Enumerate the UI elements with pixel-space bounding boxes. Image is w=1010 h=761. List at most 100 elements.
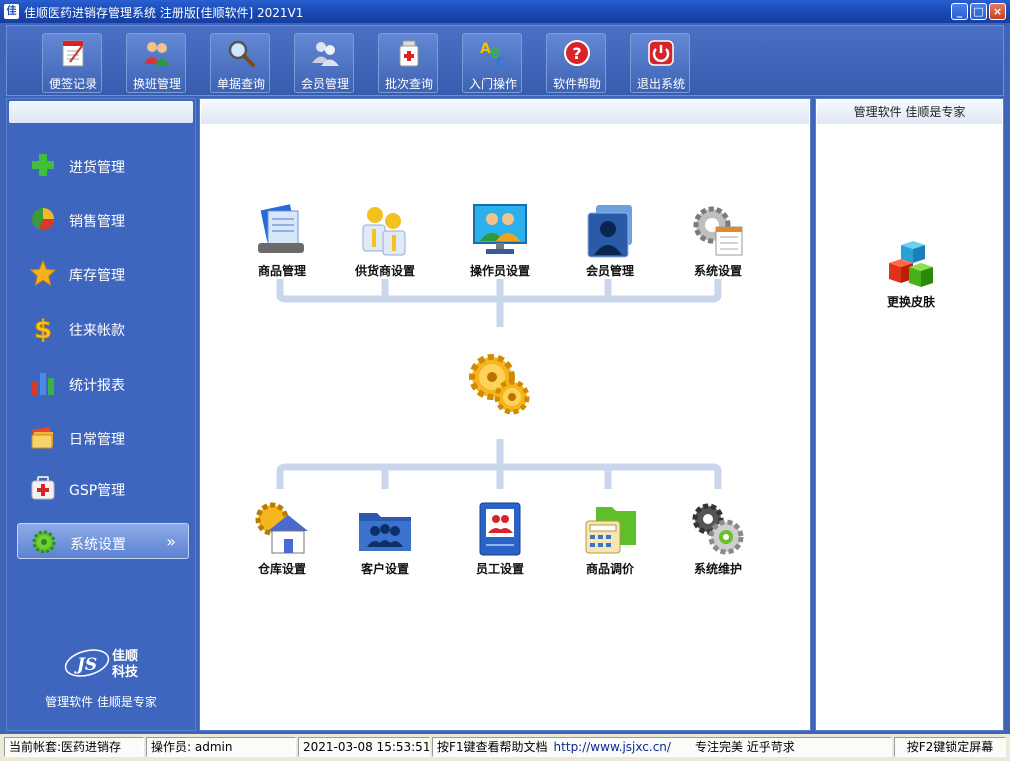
- software-help-button[interactable]: ? 软件帮助: [546, 33, 606, 93]
- sidebar-item-label: 系统设置: [70, 537, 126, 553]
- window-title: 佳顺医药进销存管理系统 注册版[佳顺软件] 2021V1: [24, 6, 304, 20]
- skin-cubes-icon: [889, 241, 933, 287]
- sidebar-item-accounts[interactable]: $ 往来帐款: [17, 310, 189, 346]
- sidebar-item-gsp[interactable]: GSP管理: [17, 470, 189, 506]
- sidebar-item-reports[interactable]: 统计报表: [17, 365, 189, 401]
- magnifier-icon: [228, 40, 255, 67]
- close-button[interactable]: ×: [989, 3, 1006, 20]
- member-cards-icon: [587, 205, 632, 258]
- suppliers-icon: [362, 207, 406, 256]
- change-skin-label: 更换皮肤: [886, 295, 935, 309]
- system-settings-button[interactable]: 系统设置: [673, 203, 763, 279]
- company-logo: JS: [64, 649, 110, 677]
- right-panel: 管理软件 佳顺是专家 更换皮肤: [815, 98, 1004, 731]
- document-query-button[interactable]: 单据查询: [210, 33, 270, 93]
- member-management-button[interactable]: 会员管理: [565, 203, 655, 279]
- supplier-settings-label: 供货商设置: [354, 264, 415, 278]
- notepad-icon: [62, 40, 84, 67]
- svg-text:C: C: [496, 55, 506, 68]
- system-settings-label: 系统设置: [693, 264, 742, 278]
- sidebar-item-label: 日常管理: [69, 432, 125, 448]
- sidebar-item-daily[interactable]: 日常管理: [17, 419, 189, 455]
- getting-started-button[interactable]: A B C 入门操作: [462, 33, 522, 93]
- app-icon[interactable]: 佳: [4, 4, 19, 19]
- plus-icon: [32, 154, 54, 176]
- sidebar-item-inventory[interactable]: 库存管理: [17, 255, 189, 291]
- sidebar-item-label: 统计报表: [69, 378, 125, 394]
- notepad-label: 便签记录: [48, 77, 97, 91]
- customers-folder-icon: [359, 513, 411, 551]
- batch-query-button[interactable]: 批次查询: [378, 33, 438, 93]
- main-toolbar: 便签记录 换班管理 单据查询 会员管理 批次查询 A B C 入门操作 ? 软件…: [6, 25, 1004, 96]
- member-management-button[interactable]: 会员管理: [294, 33, 354, 93]
- operator-settings-label: 操作员设置: [469, 264, 530, 278]
- batch-query-label: 批次查询: [384, 77, 433, 91]
- medicine-bottle-icon: [399, 40, 419, 67]
- calculator-icon: [585, 507, 636, 554]
- exit-system-button[interactable]: 退出系统: [630, 33, 690, 93]
- brand-name: 佳顺 科技: [112, 649, 139, 680]
- power-icon: [648, 40, 674, 66]
- help-hint: 按F1键查看帮助文档: [437, 740, 548, 754]
- document-query-label: 单据查询: [216, 77, 265, 91]
- sidebar-item-label: 进货管理: [69, 160, 125, 176]
- bar-chart-icon: [32, 373, 54, 395]
- shift-management-label: 换班管理: [132, 77, 181, 91]
- customer-settings-button[interactable]: 客户设置: [340, 501, 430, 577]
- price-adjustment-label: 商品调价: [585, 562, 634, 576]
- warehouse-settings-label: 仓库设置: [257, 562, 306, 576]
- abc-blocks-icon: A B C: [480, 41, 506, 68]
- customer-settings-label: 客户设置: [360, 562, 409, 576]
- warehouse-icon: [255, 502, 308, 554]
- sidebar-item-system-settings[interactable]: 系统设置 »: [17, 523, 189, 559]
- status-bar: 当前帐套:医药进销存 操作员: admin 2021-03-08 15:53:5…: [0, 734, 1010, 761]
- member-management-label: 会员管理: [300, 77, 349, 91]
- notepad-button[interactable]: 便签记录: [42, 33, 102, 93]
- brand-slogan: 管理软件 佳顺是专家: [45, 695, 157, 709]
- star-icon: [29, 259, 57, 287]
- shift-management-button[interactable]: 换班管理: [126, 33, 186, 93]
- product-docs-icon: [258, 204, 304, 253]
- system-maintenance-button[interactable]: 系统维护: [673, 501, 763, 577]
- change-skin-button[interactable]: 更换皮肤: [876, 239, 946, 310]
- svg-text:$: $: [34, 315, 52, 342]
- users-shift-icon: [144, 42, 170, 66]
- software-help-label: 软件帮助: [552, 77, 601, 91]
- sidebar-item-label: GSP管理: [69, 483, 126, 499]
- chevron-right-icon: »: [166, 532, 176, 551]
- status-operator: 操作员: admin: [146, 737, 296, 757]
- svg-text:?: ?: [572, 44, 581, 63]
- getting-started-label: 入门操作: [468, 77, 517, 91]
- staff-settings-label: 员工设置: [475, 562, 524, 576]
- maximize-button[interactable]: □: [970, 3, 987, 20]
- staff-settings-button[interactable]: 员工设置: [455, 501, 545, 577]
- status-account: 当前帐套:医药进销存: [4, 737, 144, 757]
- sidebar-item-label: 库存管理: [69, 268, 125, 284]
- dollar-icon: $: [34, 315, 53, 342]
- folders-icon: [31, 426, 53, 449]
- first-aid-icon: [31, 476, 55, 500]
- operator-settings-button[interactable]: 操作员设置: [455, 203, 545, 279]
- staff-book-icon: [479, 502, 521, 556]
- website-link[interactable]: http://www.jsjxc.cn/: [554, 740, 671, 754]
- minimize-button[interactable]: _: [951, 3, 968, 20]
- warehouse-settings-button[interactable]: 仓库设置: [237, 501, 327, 577]
- status-lock-hint: 按F2键锁定屏幕: [894, 737, 1006, 757]
- company-motto: 专注完美 近乎苛求: [694, 740, 795, 754]
- gear-icon: [32, 530, 56, 554]
- sidebar-item-label: 销售管理: [69, 214, 125, 230]
- product-management-label: 商品管理: [257, 264, 306, 278]
- main-content: 商品管理 供货商设置 操作员设置 会员管理 系统设置 仓库设置 客户设置 员工设…: [199, 98, 811, 731]
- sidebar-item-sales[interactable]: 销售管理: [17, 201, 189, 237]
- sidebar: 进货管理 销售管理 库存管理 $ 往来帐款 统计报表 日常管理 GSP管理 系统…: [6, 98, 196, 731]
- sidebar-item-label: 往来帐款: [69, 323, 125, 339]
- price-adjustment-button[interactable]: 商品调价: [565, 501, 655, 577]
- central-gears-icon: [469, 354, 530, 415]
- status-datetime: 2021-03-08 15:53:51: [298, 737, 430, 757]
- sidebar-header: [9, 101, 193, 123]
- product-management-button[interactable]: 商品管理: [237, 203, 327, 279]
- title-bar[interactable]: 佳 佳顺医药进销存管理系统 注册版[佳顺软件] 2021V1 _ □ ×: [0, 0, 1010, 23]
- app-window: 佳 佳顺医药进销存管理系统 注册版[佳顺软件] 2021V1 _ □ × 便签记…: [0, 0, 1010, 761]
- sidebar-item-purchase[interactable]: 进货管理: [17, 147, 189, 183]
- supplier-settings-button[interactable]: 供货商设置: [340, 203, 430, 279]
